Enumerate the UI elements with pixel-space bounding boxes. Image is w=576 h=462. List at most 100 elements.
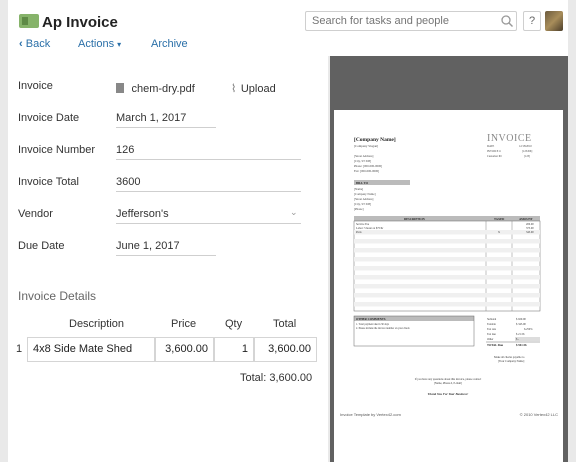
pdf-total-label: TOTAL Due: [487, 343, 504, 347]
pdf-meta-value: 12/18/2010: [519, 145, 532, 148]
invoice-date-field[interactable]: March 1, 2017: [116, 112, 186, 124]
pdf-total-value: $ 941.56: [516, 343, 527, 347]
pdf-total-value: $ 21.56: [516, 333, 525, 336]
pdf-total-label: Tax due: [487, 333, 497, 336]
pdf-col-description: DESCRIPTION: [404, 217, 426, 221]
col-price: Price: [171, 318, 197, 330]
pdf-table-header-bar: [354, 216, 540, 221]
due-date-label: Due Date: [18, 240, 65, 252]
back-button[interactable]: ‹ Back: [19, 38, 50, 50]
invoice-app-icon: [19, 14, 39, 28]
pdf-item-desc: Labor: 5 hours at $75/hr: [356, 227, 383, 230]
invoice-file-name: chem-dry.pdf: [131, 83, 195, 95]
upload-label: Upload: [240, 83, 276, 95]
vendor-label: Vendor: [18, 208, 53, 220]
actions-menu-button[interactable]: Actions ▾: [78, 38, 121, 50]
details-total: Total: 3,600.00: [240, 372, 313, 384]
pdf-comment: 2. Please include the invoice number on …: [356, 327, 410, 330]
file-icon: [116, 83, 124, 93]
pdf-bill-line: [Street Address]: [354, 197, 373, 201]
pdf-address-line: Phone: [000-000-0000]: [354, 164, 382, 168]
pdf-bill-line: [Phone]: [354, 207, 364, 211]
pdf-item-desc: Service Fee: [356, 223, 370, 226]
pdf-invoice-title: INVOICE: [487, 133, 532, 144]
col-qty: Qty: [225, 318, 243, 330]
avatar[interactable]: [545, 11, 563, 31]
invoice-date-underline: [116, 127, 216, 128]
pdf-thank-you: Thank You For Your Business!: [428, 392, 470, 396]
pdf-total-value: $ 345.00: [516, 323, 526, 326]
upload-button[interactable]: ⌇ Upload: [231, 79, 276, 97]
invoice-number-field[interactable]: 126: [116, 144, 134, 156]
invoice-total-label: Invoice Total: [18, 176, 79, 188]
pdf-total-value: $ -: [516, 338, 519, 341]
pdf-meta-label: DATE: [487, 145, 494, 148]
search-input[interactable]: [305, 11, 517, 31]
app-header: Ap Invoice ‹ Back Actions ▾ Archive ?: [8, 0, 568, 56]
pdf-other-comments: OTHER COMMENTS: [356, 317, 386, 321]
col-description: Description: [69, 318, 125, 330]
line-description-input[interactable]: 4x8 Side Mate Shed: [27, 337, 155, 362]
pdf-footer-left: Invoice Template by Vertex42.com: [340, 412, 402, 417]
pdf-meta-value: [123456]: [522, 150, 532, 153]
paperclip-icon: ⌇: [231, 83, 237, 95]
pdf-item-tax: X: [498, 231, 500, 234]
pdf-meta-value: [123]: [524, 155, 530, 158]
due-date-underline: [116, 255, 216, 256]
pdf-item-amount: 345.00: [526, 231, 534, 234]
pdf-col-amount: AMOUNT: [519, 217, 533, 221]
pdf-payable-2: [Your Company Name]: [498, 360, 524, 363]
pdf-item-amount: 375.00: [526, 227, 534, 230]
pdf-bill-line: [Name]: [354, 187, 363, 191]
archive-button[interactable]: Archive: [151, 38, 188, 50]
line-price-input[interactable]: 3,600.00: [155, 337, 214, 362]
pdf-comment: 1. Total payment due in 30 days: [356, 323, 389, 326]
back-label: Back: [25, 38, 51, 50]
pdf-meta-label: Customer ID: [487, 155, 502, 158]
pdf-address-line: [Street Address]: [354, 154, 373, 158]
pdf-payable-1: Make all checks payable to: [494, 356, 525, 359]
vendor-underline: [116, 223, 301, 224]
invoice-form: Invoice chem-dry.pdf ⌇ Upload Invoice Da…: [8, 56, 328, 462]
pdf-total-value: 6.250%: [524, 328, 533, 331]
help-button[interactable]: ?: [523, 11, 541, 31]
pdf-item-desc: Parts: [356, 231, 362, 234]
search-icon[interactable]: [500, 14, 514, 28]
line-qty-input[interactable]: 1: [214, 337, 254, 362]
pdf-total-label: Other: [487, 338, 493, 341]
pdf-total-label: Subtotal: [487, 318, 497, 321]
invoice-file-link[interactable]: chem-dry.pdf: [116, 79, 195, 97]
pdf-company-slogan: [Company Slogan]: [354, 144, 378, 148]
pdf-questions-1: If you have any questions about this inv…: [415, 378, 482, 381]
pdf-col-taxed: TAXED: [494, 217, 505, 221]
pdf-questions-2: [Name, Phone #, E-mail]: [434, 382, 462, 385]
pdf-total-label: Taxable: [487, 323, 497, 326]
line-total-input[interactable]: 3,600.00: [254, 337, 317, 362]
invoice-number-label: Invoice Number: [18, 144, 96, 156]
vendor-select[interactable]: Jefferson's: [116, 208, 169, 220]
invoice-total-field[interactable]: 3600: [116, 176, 140, 188]
invoice-document[interactable]: [Company Name] [Company Slogan] [Street …: [334, 110, 563, 462]
pdf-total-label: Tax rate: [487, 328, 497, 331]
pdf-item-amount: 200.00: [526, 223, 534, 226]
pdf-item-rows: [354, 230, 540, 307]
pdf-total-value: $ 920.00: [516, 318, 526, 321]
invoice-total-underline: [116, 191, 301, 192]
due-date-field[interactable]: June 1, 2017: [116, 240, 180, 252]
pdf-bill-to: BILL TO: [356, 181, 369, 185]
chevron-down-icon[interactable]: ⌄: [290, 207, 298, 218]
pdf-viewer[interactable]: [Company Name] [Company Slogan] [Street …: [330, 56, 568, 462]
pdf-company-name: [Company Name]: [354, 137, 396, 143]
pdf-footer-right: © 2010 Vertex42 LLC: [520, 412, 558, 417]
row-number: 1: [16, 343, 23, 355]
chevron-down-icon: ▾: [117, 40, 122, 49]
invoice-label: Invoice: [18, 80, 53, 92]
invoice-date-label: Invoice Date: [18, 112, 80, 124]
pdf-address-line: Fax: [000-000-0000]: [354, 169, 379, 173]
chevron-left-icon: ‹: [19, 38, 23, 50]
page-title: Ap Invoice: [42, 14, 118, 31]
pdf-bill-line: [Company Name]: [354, 192, 376, 196]
pdf-meta-label: INVOICE #: [487, 150, 501, 153]
invoice-details-title: Invoice Details: [18, 289, 97, 303]
invoice-number-underline: [116, 159, 301, 160]
